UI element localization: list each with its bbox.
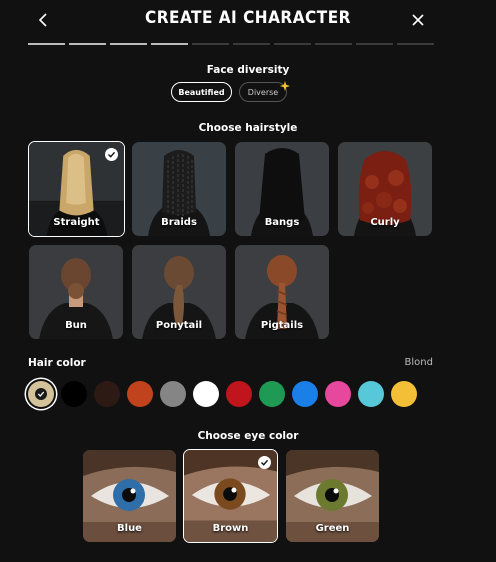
hairstyle-label: Curly [370, 217, 400, 228]
hair-color-swatch-green[interactable] [259, 381, 285, 407]
progress-segment [151, 43, 188, 45]
eye-color-label: Blue [117, 523, 142, 534]
hair-color-swatch-blond[interactable] [28, 381, 54, 407]
eye-color-brown[interactable]: Brown [183, 449, 278, 543]
diverse-label: Diverse [247, 87, 279, 97]
sparkle-icon [280, 81, 290, 91]
progress-segment [233, 43, 270, 45]
hair-color-swatches [28, 381, 417, 407]
progress-segment [274, 43, 311, 45]
hairstyle-curly[interactable]: Curly [338, 142, 432, 236]
hairstyle-label: Braids [161, 217, 197, 228]
beautified-label: Beautified [178, 87, 225, 97]
hairstyle-braids[interactable]: Braids [132, 142, 226, 236]
hairstyle-label: Pigtails [260, 320, 304, 331]
hair-color-swatch-pink[interactable] [325, 381, 351, 407]
hair-color-swatch-white[interactable] [193, 381, 219, 407]
selected-check-icon [105, 148, 118, 161]
progress-segment [397, 43, 434, 45]
step-progress-bar [28, 43, 434, 45]
hair-color-swatch-red[interactable] [226, 381, 252, 407]
face-diversity-title: Face diversity [206, 64, 290, 76]
hairstyle-ponytail[interactable]: Ponytail [132, 245, 226, 339]
eye-color-title: Choose eye color [197, 430, 299, 442]
eye-color-label: Brown [212, 523, 249, 534]
hair-color-swatch-blue[interactable] [292, 381, 318, 407]
hair-color-swatch-dark-brown[interactable] [94, 381, 120, 407]
eye-color-green[interactable]: Green [286, 450, 379, 542]
progress-segment [192, 43, 229, 45]
progress-segment [356, 43, 393, 45]
hair-color-swatch-cyan[interactable] [358, 381, 384, 407]
hair-color-title: Hair color [28, 357, 86, 369]
hair-color-swatch-gray[interactable] [160, 381, 186, 407]
hair-color-swatch-yellow[interactable] [391, 381, 417, 407]
hairstyle-label: Straight [53, 217, 100, 228]
selected-check-icon [35, 388, 47, 400]
close-icon [412, 14, 424, 26]
hairstyle-straight[interactable]: Straight [28, 141, 125, 237]
eye-color-label: Green [315, 523, 350, 534]
progress-segment [28, 43, 65, 45]
hairstyle-label: Bangs [264, 217, 300, 228]
hairstyle-bun[interactable]: Bun [29, 245, 123, 339]
beautified-option[interactable]: Beautified [171, 82, 232, 102]
selected-check-icon [258, 456, 271, 469]
eye-color-blue[interactable]: Blue [83, 450, 176, 542]
hair-color-swatch-auburn[interactable] [127, 381, 153, 407]
progress-segment [69, 43, 106, 45]
hair-color-swatch-black[interactable] [61, 381, 87, 407]
progress-segment [315, 43, 352, 45]
close-button[interactable] [408, 10, 428, 30]
hairstyle-label: Ponytail [155, 320, 203, 331]
hairstyle-title: Choose hairstyle [198, 122, 298, 134]
hairstyle-label: Bun [65, 320, 87, 331]
progress-segment [110, 43, 147, 45]
hair-color-value: Blond [404, 357, 433, 368]
hairstyle-bangs[interactable]: Bangs [235, 142, 329, 236]
hairstyle-pigtails[interactable]: Pigtails [235, 245, 329, 339]
